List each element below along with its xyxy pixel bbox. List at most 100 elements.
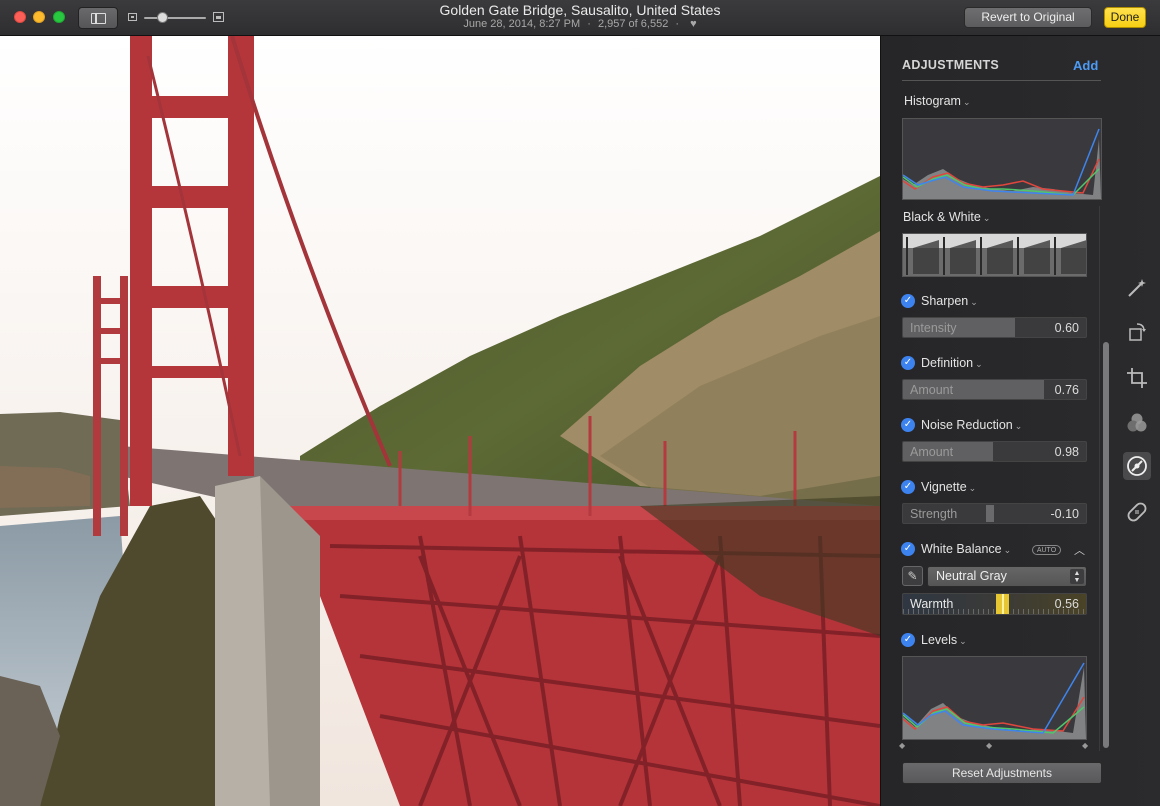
histogram-title: Histogram	[904, 94, 961, 108]
white-balance-section-toggle[interactable]: White Balance ⌄	[921, 542, 1011, 556]
zoom-out-icon[interactable]	[128, 13, 137, 21]
chevron-up-icon[interactable]: ︿	[1074, 542, 1085, 558]
chevron-down-icon: ⌄	[1003, 545, 1012, 555]
divider	[902, 80, 1101, 81]
done-button[interactable]: Done	[1104, 7, 1146, 28]
warmth-slider[interactable]: Warmth 0.56	[902, 593, 1087, 615]
crop-tool-button[interactable]	[1125, 366, 1149, 390]
separator: ·	[675, 18, 680, 30]
levels-title: Levels	[921, 633, 958, 647]
white-balance-preset-select[interactable]: Neutral Gray ▲ ▼	[927, 566, 1087, 587]
sidebar-icon	[91, 13, 106, 24]
adjustments-heading: ADJUSTMENTS	[902, 58, 1000, 72]
slider-label: Warmth	[910, 597, 954, 611]
eyedropper-button[interactable]: ✎	[902, 566, 923, 586]
slider-value: -0.10	[1050, 507, 1080, 521]
sharpen-intensity-slider[interactable]: Intensity 0.60	[902, 317, 1087, 338]
noise-reduction-section-toggle[interactable]: Noise Reduction ⌄	[921, 418, 1022, 432]
levels-white-point-handle[interactable]: ◆	[1082, 741, 1090, 750]
chevron-down-icon: ⌄	[982, 213, 991, 223]
sharpen-title: Sharpen	[921, 294, 969, 308]
minimize-window-button[interactable]	[33, 11, 45, 23]
chevron-down-icon: ⌄	[1014, 421, 1023, 431]
zoom-slider-track[interactable]	[144, 17, 206, 19]
zoom-slider-knob[interactable]	[157, 12, 168, 23]
black-white-section-toggle[interactable]: Black & White ⌄	[903, 210, 990, 224]
photo-canvas[interactable]	[0, 36, 880, 806]
chevron-down-icon: ⌄	[970, 297, 978, 307]
chevron-down-icon: ⌄	[959, 636, 967, 646]
fullscreen-window-button[interactable]	[53, 11, 65, 23]
separator: ·	[587, 18, 591, 30]
adjust-icon	[1127, 456, 1147, 476]
slider-value: 0.76	[1054, 383, 1079, 397]
reset-adjustments-button[interactable]: Reset Adjustments	[902, 762, 1102, 784]
white-balance-enabled-checkbox[interactable]: ✓	[901, 542, 915, 556]
photo-count: 2,957 of 6,552	[597, 18, 669, 30]
definition-amount-slider[interactable]: Amount 0.76	[902, 379, 1087, 400]
levels-midpoint-handle[interactable]: ◆	[986, 741, 994, 750]
slider-label: Amount	[910, 383, 954, 397]
photo-title: Golden Gate Bridge, Sausalito, United St…	[439, 2, 721, 18]
adjustments-panel: ADJUSTMENTS Add Histogram ⌄ Black & White…	[880, 36, 1160, 806]
histogram-section-toggle[interactable]: Histogram ⌄	[904, 94, 971, 108]
revert-to-original-button[interactable]: Revert to Original	[964, 7, 1092, 28]
favorite-heart-icon[interactable]: ♥	[690, 18, 697, 30]
filters-tool-button[interactable]	[1125, 411, 1149, 435]
black-white-title: Black & White	[903, 210, 981, 224]
zoom-in-icon[interactable]	[213, 12, 224, 22]
filters-icon	[1127, 413, 1147, 432]
select-value: Neutral Gray	[936, 569, 1007, 583]
vignette-title: Vignette	[921, 480, 967, 494]
vignette-strength-slider[interactable]: Strength -0.10	[902, 503, 1087, 524]
enhance-tool-button[interactable]	[1125, 276, 1149, 300]
auto-button[interactable]: AUTO	[1032, 545, 1061, 555]
updown-arrows-icon: ▲ ▼	[1070, 569, 1084, 584]
retouch-tool-button[interactable]	[1125, 500, 1149, 524]
black-white-thumbnail-strip[interactable]	[902, 233, 1087, 277]
definition-section-toggle[interactable]: Definition ⌄	[921, 356, 983, 370]
adjust-tool-button[interactable]	[1123, 452, 1151, 480]
photo-date: June 28, 2014, 8:27 PM	[463, 18, 581, 30]
chevron-down-icon: ⌄	[975, 359, 983, 369]
white-balance-title: White Balance	[921, 542, 1002, 556]
vignette-enabled-checkbox[interactable]: ✓	[901, 480, 915, 494]
chevron-down-icon: ⌄	[962, 97, 971, 107]
photos-edit-window: Golden Gate Bridge, Sausalito, United St…	[0, 0, 1160, 806]
slider-label: Intensity	[910, 321, 957, 335]
levels-chart[interactable]	[902, 656, 1087, 740]
panel-scrollbar-thumb[interactable]	[1103, 342, 1109, 748]
title-bar: Golden Gate Bridge, Sausalito, United St…	[0, 0, 1160, 36]
levels-black-point-handle[interactable]: ◆	[899, 741, 907, 750]
histogram-graph	[902, 128, 1101, 199]
slider-label: Strength	[910, 507, 958, 521]
sidebar-toggle-button[interactable]	[78, 7, 118, 29]
levels-enabled-checkbox[interactable]: ✓	[901, 633, 915, 647]
slider-value: 0.98	[1054, 445, 1079, 459]
noise-reduction-title: Noise Reduction	[921, 418, 1013, 432]
rotate-icon	[1129, 323, 1146, 341]
definition-enabled-checkbox[interactable]: ✓	[901, 356, 915, 370]
photo-subtitle: June 28, 2014, 8:27 PM · 2,957 of 6,552 …	[380, 18, 780, 30]
levels-section-toggle[interactable]: Levels ⌄	[921, 633, 967, 647]
histogram-chart	[902, 118, 1102, 200]
eyedropper-icon: ✎	[907, 569, 918, 583]
magic-wand-icon	[1128, 279, 1146, 297]
slider-value: 0.56	[1054, 597, 1079, 611]
warmth-slider-thumb[interactable]	[996, 594, 1009, 614]
slider-indicator	[986, 505, 994, 522]
noise-reduction-amount-slider[interactable]: Amount 0.98	[902, 441, 1087, 462]
rotate-tool-button[interactable]	[1125, 320, 1149, 344]
retouch-icon	[1127, 502, 1147, 522]
definition-title: Definition	[921, 356, 974, 370]
crop-icon	[1127, 368, 1147, 388]
sharpen-section-toggle[interactable]: Sharpen ⌄	[921, 294, 978, 308]
noise-reduction-enabled-checkbox[interactable]: ✓	[901, 418, 915, 432]
bw-thumbnails	[903, 234, 1086, 276]
close-window-button[interactable]	[14, 11, 26, 23]
vignette-section-toggle[interactable]: Vignette ⌄	[921, 480, 976, 494]
slider-label: Amount	[910, 445, 954, 459]
add-adjustment-button[interactable]: Add	[1073, 58, 1098, 73]
sharpen-enabled-checkbox[interactable]: ✓	[901, 294, 915, 308]
golden-gate-bridge-photo	[0, 36, 880, 806]
